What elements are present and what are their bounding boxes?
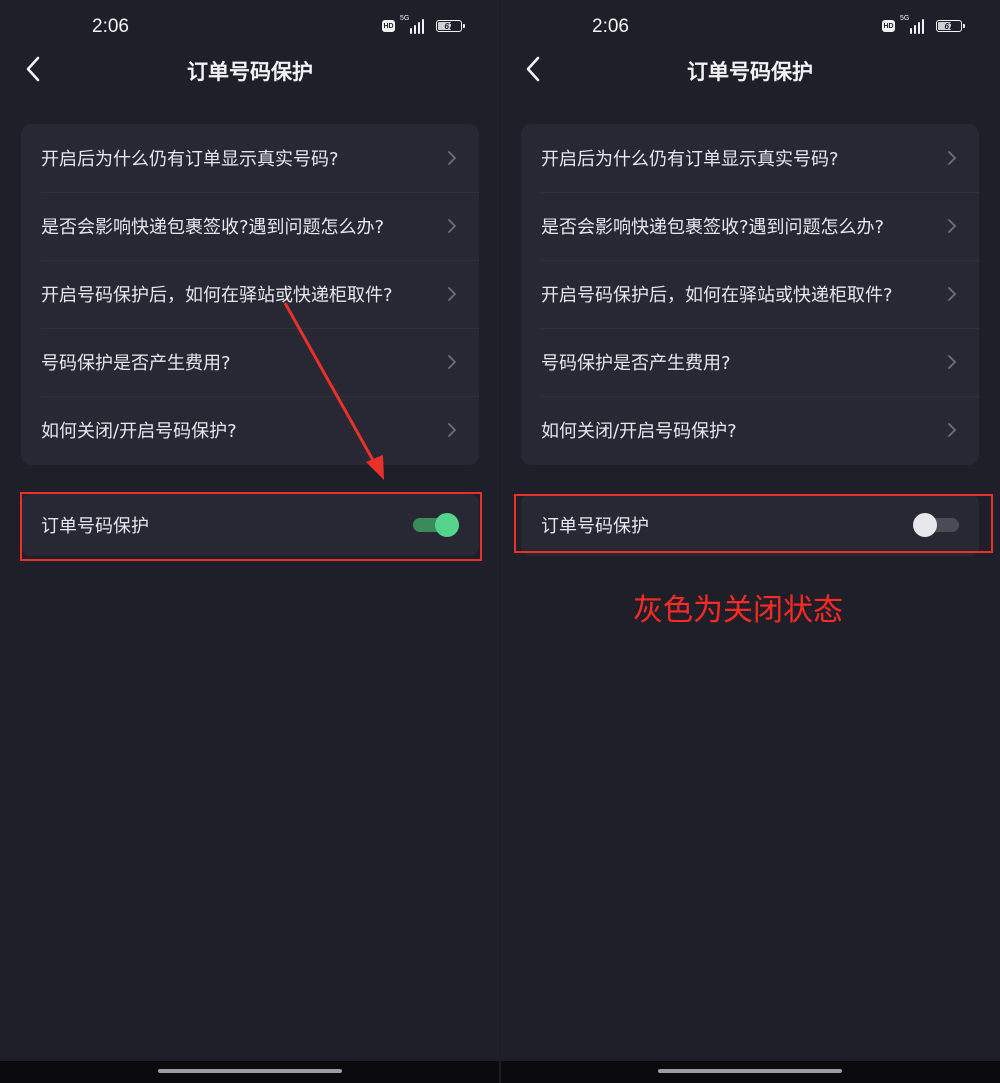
faq-item[interactable]: 号码保护是否产生费用? — [521, 328, 979, 396]
signal-icon: 5G — [900, 15, 924, 34]
nav-bar: 订单号码保护 — [0, 48, 500, 92]
signal-icon: 5G — [400, 15, 424, 34]
home-bar[interactable] — [158, 1069, 342, 1073]
hd-icon: HD — [882, 20, 895, 32]
screen-right: 2:06 HD 5G 67 订单号码保护 开启后为什么仍有订单显示真实号码? 是… — [500, 0, 1000, 1083]
faq-list: 开启后为什么仍有订单显示真实号码? 是否会影响快递包裹签收?遇到问题怎么办? 开… — [21, 124, 479, 465]
chevron-right-icon — [448, 151, 456, 165]
chevron-right-icon — [448, 423, 456, 437]
order-number-protection-row: 订单号码保护 — [21, 494, 479, 556]
faq-label: 是否会影响快递包裹签收?遇到问题怎么办? — [541, 217, 885, 238]
home-bar[interactable] — [658, 1069, 842, 1073]
screen-left: 2:06 HD 5G 67 订单号码保护 开启后为什么仍有订单显示真实号码? 是… — [0, 0, 500, 1083]
protection-toggle-on[interactable] — [413, 511, 459, 539]
chevron-right-icon — [448, 219, 456, 233]
faq-label: 开启号码保护后，如何在驿站或快递柜取件? — [541, 285, 893, 306]
chevron-right-icon — [948, 151, 956, 165]
home-indicator — [500, 1061, 1000, 1083]
faq-label: 号码保护是否产生费用? — [541, 353, 731, 374]
toggle-thumb — [913, 513, 937, 537]
order-number-protection-row: 订单号码保护 — [521, 494, 979, 556]
status-time: 2:06 — [92, 16, 129, 37]
protection-toggle-off[interactable] — [913, 511, 959, 539]
chevron-right-icon — [948, 423, 956, 437]
status-icons: HD 5G 67 — [382, 15, 465, 34]
status-icons: HD 5G 67 — [882, 15, 965, 34]
faq-label: 是否会影响快递包裹签收?遇到问题怎么办? — [41, 217, 385, 238]
battery-icon: 67 — [936, 20, 965, 32]
page-title: 订单号码保护 — [187, 60, 313, 84]
network-label: 5G — [400, 15, 410, 22]
faq-list: 开启后为什么仍有订单显示真实号码? 是否会影响快递包裹签收?遇到问题怎么办? 开… — [521, 124, 979, 465]
battery-level: 67 — [944, 21, 954, 31]
toggle-label: 订单号码保护 — [541, 516, 649, 537]
panel-divider — [499, 0, 501, 1083]
toggle-label: 订单号码保护 — [41, 516, 149, 537]
faq-label: 开启后为什么仍有订单显示真实号码? — [41, 149, 339, 170]
faq-item[interactable]: 如何关闭/开启号码保护? — [21, 396, 479, 464]
toggle-thumb — [435, 513, 459, 537]
status-time: 2:06 — [592, 16, 629, 37]
chevron-right-icon — [448, 355, 456, 369]
faq-item[interactable]: 如何关闭/开启号码保护? — [521, 396, 979, 464]
battery-icon: 67 — [436, 20, 465, 32]
page-title: 订单号码保护 — [687, 60, 813, 84]
nav-bar: 订单号码保护 — [500, 48, 1000, 92]
faq-label: 如何关闭/开启号码保护? — [41, 421, 237, 442]
faq-item[interactable]: 号码保护是否产生费用? — [21, 328, 479, 396]
faq-item[interactable]: 开启号码保护后，如何在驿站或快递柜取件? — [21, 260, 479, 328]
network-label: 5G — [900, 15, 910, 22]
chevron-right-icon — [948, 219, 956, 233]
battery-level: 67 — [444, 21, 454, 31]
hd-icon: HD — [382, 20, 395, 32]
chevron-right-icon — [448, 287, 456, 301]
faq-label: 开启后为什么仍有订单显示真实号码? — [541, 149, 839, 170]
chevron-right-icon — [948, 355, 956, 369]
home-indicator — [0, 1061, 500, 1083]
faq-label: 开启号码保护后，如何在驿站或快递柜取件? — [41, 285, 393, 306]
chevron-right-icon — [948, 287, 956, 301]
faq-item[interactable]: 开启后为什么仍有订单显示真实号码? — [521, 124, 979, 192]
faq-label: 号码保护是否产生费用? — [41, 353, 231, 374]
faq-item[interactable]: 是否会影响快递包裹签收?遇到问题怎么办? — [521, 192, 979, 260]
faq-item[interactable]: 开启号码保护后，如何在驿站或快递柜取件? — [521, 260, 979, 328]
faq-item[interactable]: 是否会影响快递包裹签收?遇到问题怎么办? — [21, 192, 479, 260]
faq-label: 如何关闭/开启号码保护? — [541, 421, 737, 442]
annotation-text: 灰色为关闭状态 — [633, 593, 843, 628]
faq-item[interactable]: 开启后为什么仍有订单显示真实号码? — [21, 124, 479, 192]
